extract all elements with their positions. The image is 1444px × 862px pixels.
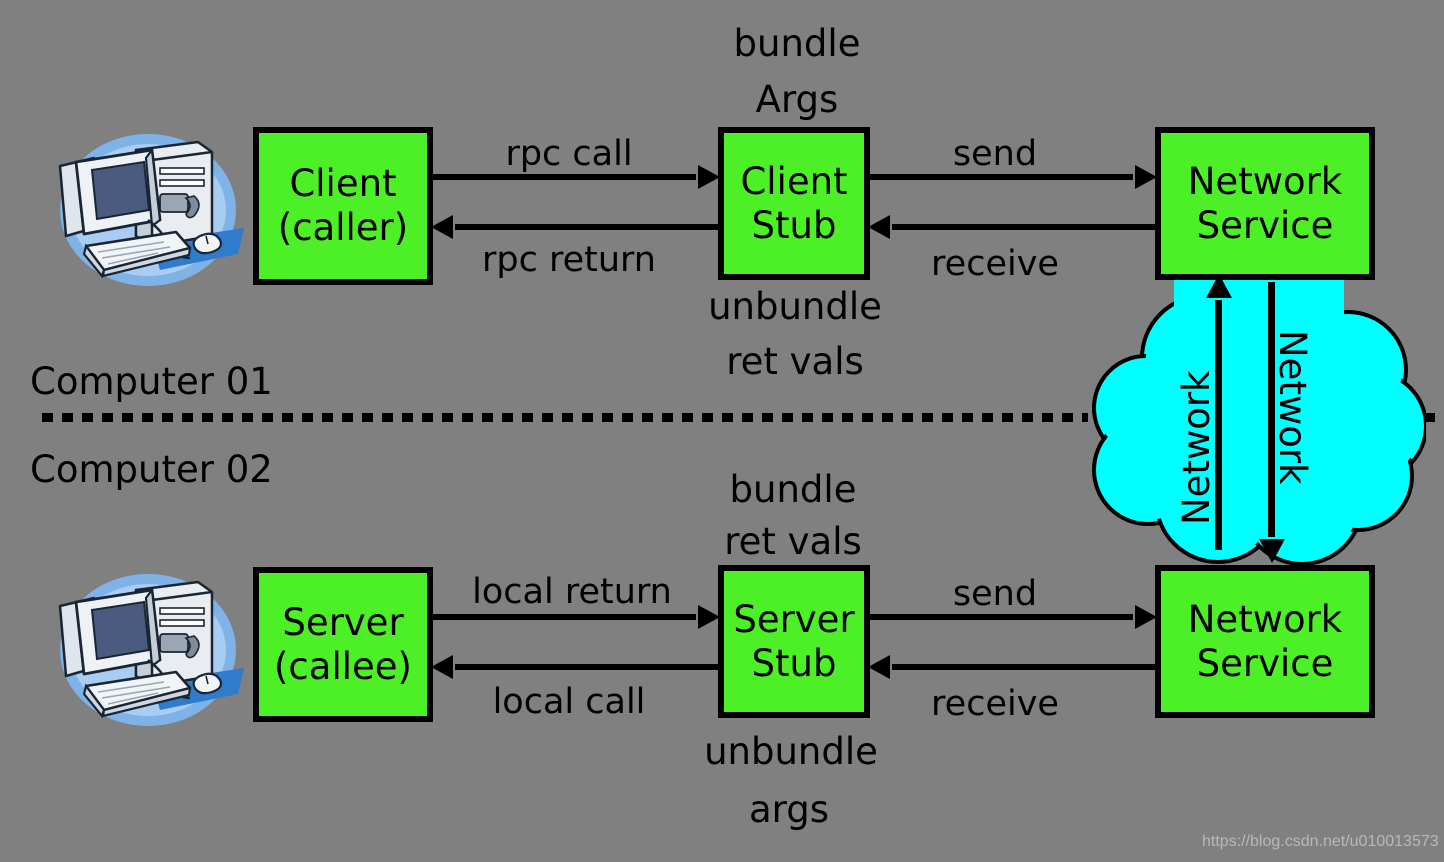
- node-client-line2: (caller): [277, 206, 409, 249]
- watermark: https://blog.csdn.net/u010013573: [1202, 833, 1439, 850]
- annotation-bundle-args-line2: Args: [755, 78, 839, 121]
- node-network-service-bottom[interactable]: Network Service: [1155, 565, 1375, 718]
- node-server-stub-line2: Stub: [751, 641, 837, 685]
- node-server[interactable]: Server (callee): [253, 567, 433, 722]
- node-network-service-bottom-line1: Network: [1187, 597, 1343, 641]
- node-server-line1: Server: [282, 600, 404, 644]
- arrow-network-downstream: [1268, 282, 1275, 537]
- annotation-bundle-retvals-line2: ret vals: [724, 520, 862, 563]
- annotation-unbundle-retvals-line1: unbundle: [708, 285, 882, 328]
- node-network-service-bottom-line2: Service: [1196, 641, 1334, 685]
- node-client[interactable]: Client (caller): [253, 127, 433, 285]
- cloud-label-right: Network: [1271, 330, 1314, 485]
- cloud-label-left: Network: [1175, 370, 1218, 526]
- node-server-line2: (callee): [274, 644, 412, 688]
- arrow-local-call: [455, 664, 718, 670]
- node-client-stub-line2: Stub: [751, 203, 837, 247]
- zone-label-computer-02: Computer 02: [30, 448, 273, 491]
- zone-divider-left: [42, 413, 1088, 422]
- arrow-network-upstream: [1215, 300, 1222, 550]
- node-server-stub-line1: Server: [733, 597, 855, 641]
- computer-icon-server: [48, 564, 248, 740]
- edge-label-rpc-call: rpc call: [505, 134, 633, 174]
- node-network-service-top[interactable]: Network Service: [1155, 127, 1375, 280]
- network-cloud: [1086, 274, 1428, 580]
- node-client-stub[interactable]: Client Stub: [718, 127, 870, 280]
- zone-divider-right: [1424, 413, 1444, 422]
- edge-label-rpc-return: rpc return: [482, 240, 656, 280]
- node-client-line1: Client: [289, 162, 397, 206]
- edge-label-local-call: local call: [492, 682, 646, 722]
- zone-label-computer-01: Computer 01: [30, 360, 273, 403]
- annotation-unbundle-args-line2: args: [749, 788, 829, 831]
- node-network-service-top-line2: Service: [1196, 203, 1334, 247]
- rpc-diagram-canvas: Client (caller) Client Stub Network Serv…: [0, 0, 1444, 862]
- edge-label-receive-top: receive: [931, 244, 1059, 284]
- arrow-receive-top: [892, 224, 1155, 230]
- annotation-bundle-args-line1: bundle: [733, 22, 861, 65]
- annotation-unbundle-args-line1: unbundle: [704, 730, 878, 773]
- edge-label-receive-bottom: receive: [931, 684, 1059, 724]
- edge-label-send-bottom: send: [952, 574, 1038, 614]
- edge-label-local-return: local return: [472, 572, 672, 612]
- annotation-unbundle-retvals-line2: ret vals: [726, 340, 864, 383]
- annotation-bundle-retvals-line1: bundle: [729, 468, 857, 511]
- arrow-local-return: [433, 614, 696, 620]
- edge-label-send-top: send: [952, 134, 1038, 174]
- computer-icon-client: [48, 124, 248, 300]
- arrow-rpc-return: [455, 224, 718, 230]
- node-network-service-top-line1: Network: [1187, 159, 1343, 203]
- node-server-stub[interactable]: Server Stub: [718, 565, 870, 718]
- node-client-stub-line1: Client: [740, 159, 848, 203]
- arrow-receive-bottom: [892, 664, 1155, 670]
